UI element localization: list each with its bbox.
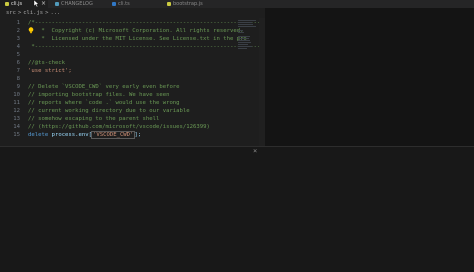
tab-bootstrap-js[interactable]: bootstrap.js — [162, 0, 222, 8]
minimap[interactable] — [238, 18, 258, 146]
line-number: 6 — [16, 60, 20, 66]
close-panel-icon[interactable]: × — [253, 147, 257, 155]
tab-label: bootstrap.js — [173, 1, 203, 7]
code-line: 'use strict'; — [28, 68, 72, 74]
javascript-file-icon — [167, 1, 171, 6]
breadcrumb-separator: > — [17, 10, 22, 16]
line-number: 11 — [13, 100, 20, 106]
code-line: //@ts-check — [28, 60, 66, 66]
expression-end: ]; — [134, 132, 142, 138]
code-line: // current working directory due to our … — [28, 108, 190, 114]
close-tab-icon[interactable]: × — [41, 0, 46, 8]
tab-cli-ts[interactable]: cli.ts — [107, 0, 155, 8]
bottom-panel[interactable]: × — [0, 146, 474, 272]
line-number: 5 — [16, 52, 20, 58]
minimap-line — [238, 24, 253, 25]
breadcrumb-folder[interactable]: src — [6, 10, 16, 16]
line-number: 12 — [13, 108, 20, 114]
code-line: // (https://github.com/microsoft/vscode/… — [28, 124, 210, 130]
keyword: delete — [28, 132, 49, 138]
minimap-line — [238, 38, 249, 39]
mouse-cursor-icon — [33, 0, 40, 7]
minimap-line — [238, 26, 256, 27]
breadcrumb-separator: > — [45, 10, 49, 16]
code-line: // reports where `code .` would use the … — [28, 100, 180, 106]
minimap-line — [238, 48, 247, 49]
breadcrumb-file[interactable]: cli.js — [23, 10, 43, 16]
breadcrumb: src > cli.js >... — [0, 8, 265, 18]
code-line: delete process.env['VSCODE_CWD']; — [28, 131, 142, 139]
empty-editor-area — [265, 8, 474, 146]
code-line: // Delete `VSCODE_CWD` very early even b… — [28, 84, 180, 90]
line-number: 2 — [16, 28, 20, 34]
line-number: 7 — [16, 68, 20, 74]
minimap-line — [238, 44, 248, 45]
breadcrumb-symbol[interactable]: ... — [50, 10, 60, 16]
minimap-line — [238, 42, 251, 43]
string-literal: 'VSCODE_CWD' — [90, 131, 136, 139]
minimap-line — [238, 22, 252, 23]
line-number: 14 — [13, 124, 20, 130]
typescript-file-icon — [112, 1, 116, 6]
tab-label: cli.js — [11, 1, 23, 7]
line-number: 8 — [16, 76, 20, 82]
line-number: 10 — [13, 92, 20, 98]
tab-label: cli.ts — [118, 1, 130, 7]
code-editor[interactable]: 1 2 3 4 5 6 7 8 9 10 11 12 13 14 15 /*--… — [0, 18, 351, 146]
expression: process.env[ — [48, 132, 92, 138]
code-line: // somehow escaping to the parent shell — [28, 116, 160, 122]
code-line: * Copyright (c) Microsoft Corporation. A… — [38, 28, 244, 34]
lightbulb-icon[interactable] — [28, 27, 34, 34]
minimap-line — [238, 30, 243, 31]
line-number: 13 — [13, 116, 20, 122]
minimap-line — [238, 32, 244, 33]
minimap-line — [238, 36, 250, 37]
line-number: 4 — [16, 44, 20, 50]
javascript-file-icon — [5, 1, 9, 6]
tab-changelog[interactable]: CHANGELOG — [50, 0, 105, 8]
line-number: 9 — [16, 84, 20, 90]
line-number: 3 — [16, 36, 20, 42]
tab-bar: cli.js × CHANGELOG cli.ts bootstrap.js — [0, 0, 474, 8]
minimap-line — [238, 20, 256, 21]
code-line: * Licensed under the MIT License. See Li… — [38, 36, 247, 42]
tab-cli-js[interactable]: cli.js × — [0, 0, 48, 8]
line-number: 15 — [13, 132, 20, 138]
minimap-line — [238, 46, 252, 47]
minimap-line — [238, 40, 250, 41]
info-file-icon — [55, 1, 59, 6]
line-number: 1 — [16, 20, 20, 26]
tab-label: CHANGELOG — [61, 1, 93, 7]
code-line: // importing bootstrap files. We have se… — [28, 92, 170, 98]
